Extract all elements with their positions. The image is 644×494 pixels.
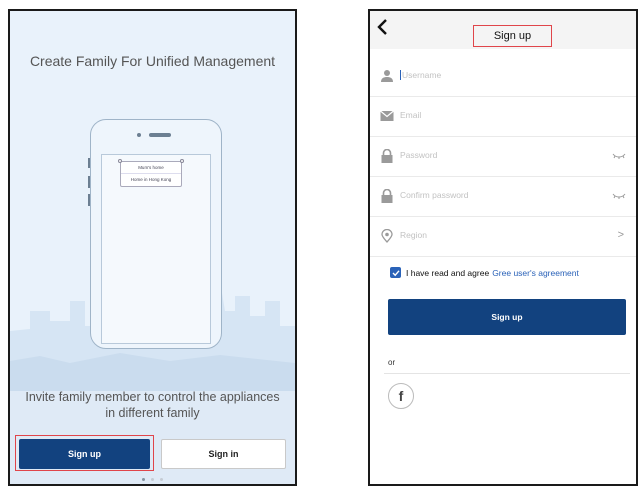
signin-button[interactable]: Sign in bbox=[161, 439, 286, 469]
family-list-item: Mum's home bbox=[121, 162, 181, 174]
user-icon bbox=[381, 70, 393, 82]
user-agreement-link[interactable]: Gree user's agreement bbox=[492, 268, 579, 278]
facebook-icon[interactable]: f bbox=[388, 383, 414, 409]
family-list-popup: Mum's home Home in Hong Kong bbox=[118, 159, 184, 187]
phone-screen: Mum's home Home in Hong Kong bbox=[101, 154, 211, 344]
page-indicator bbox=[10, 478, 295, 481]
phone-side-button bbox=[88, 176, 90, 188]
family-list-item: Home in Hong Kong bbox=[130, 177, 172, 182]
mail-icon bbox=[380, 110, 394, 121]
password-input[interactable]: Password bbox=[400, 150, 437, 160]
phone-side-button bbox=[88, 158, 90, 168]
username-input[interactable]: Username bbox=[400, 70, 441, 80]
chevron-left-icon[interactable] bbox=[376, 19, 394, 39]
phone-side-button bbox=[88, 194, 90, 206]
email-field[interactable]: Email bbox=[370, 97, 636, 137]
eye-closed-icon[interactable] bbox=[612, 151, 626, 161]
nav-header: Sign up bbox=[370, 11, 636, 49]
location-pin-icon bbox=[381, 229, 393, 243]
eye-closed-icon[interactable] bbox=[612, 191, 626, 201]
page-dot bbox=[160, 478, 163, 481]
check-icon bbox=[392, 269, 400, 276]
divider-line bbox=[384, 373, 630, 374]
username-field[interactable]: Username bbox=[370, 57, 636, 97]
chevron-right-icon[interactable]: > bbox=[618, 229, 624, 241]
email-input[interactable]: Email bbox=[400, 110, 421, 120]
family-intro-screen: Create Family For Unified Management Mum… bbox=[8, 9, 297, 486]
phone-speaker bbox=[149, 133, 171, 137]
confirm-password-field[interactable]: Confirm password bbox=[370, 177, 636, 217]
password-field[interactable]: Password bbox=[370, 137, 636, 177]
region-field[interactable]: Region > bbox=[370, 217, 636, 257]
signup-screen: Sign up Username Email Password Confirm … bbox=[368, 9, 638, 486]
lock-icon bbox=[381, 149, 393, 163]
intro-title: Create Family For Unified Management bbox=[29, 53, 276, 69]
region-label[interactable]: Region bbox=[400, 230, 427, 240]
agreement-checkbox[interactable] bbox=[390, 267, 401, 278]
popup-corner-dot bbox=[180, 159, 184, 163]
popup-corner-dot bbox=[118, 159, 122, 163]
invite-description: Invite family member to control the appl… bbox=[25, 390, 280, 420]
page-title: Sign up bbox=[473, 25, 552, 47]
phone-camera-dot bbox=[137, 133, 141, 137]
or-divider-label: or bbox=[388, 358, 396, 367]
agreement-row: I have read and agree Gree user's agreem… bbox=[390, 267, 579, 278]
page-dot bbox=[142, 478, 145, 481]
confirm-password-input[interactable]: Confirm password bbox=[400, 190, 469, 200]
page-dot bbox=[151, 478, 154, 481]
agreement-text: I have read and agree bbox=[406, 267, 490, 278]
signup-submit-button[interactable]: Sign up bbox=[388, 299, 626, 335]
phone-illustration: Mum's home Home in Hong Kong bbox=[88, 119, 222, 349]
signup-button[interactable]: Sign up bbox=[19, 439, 150, 469]
lock-icon bbox=[381, 189, 393, 203]
